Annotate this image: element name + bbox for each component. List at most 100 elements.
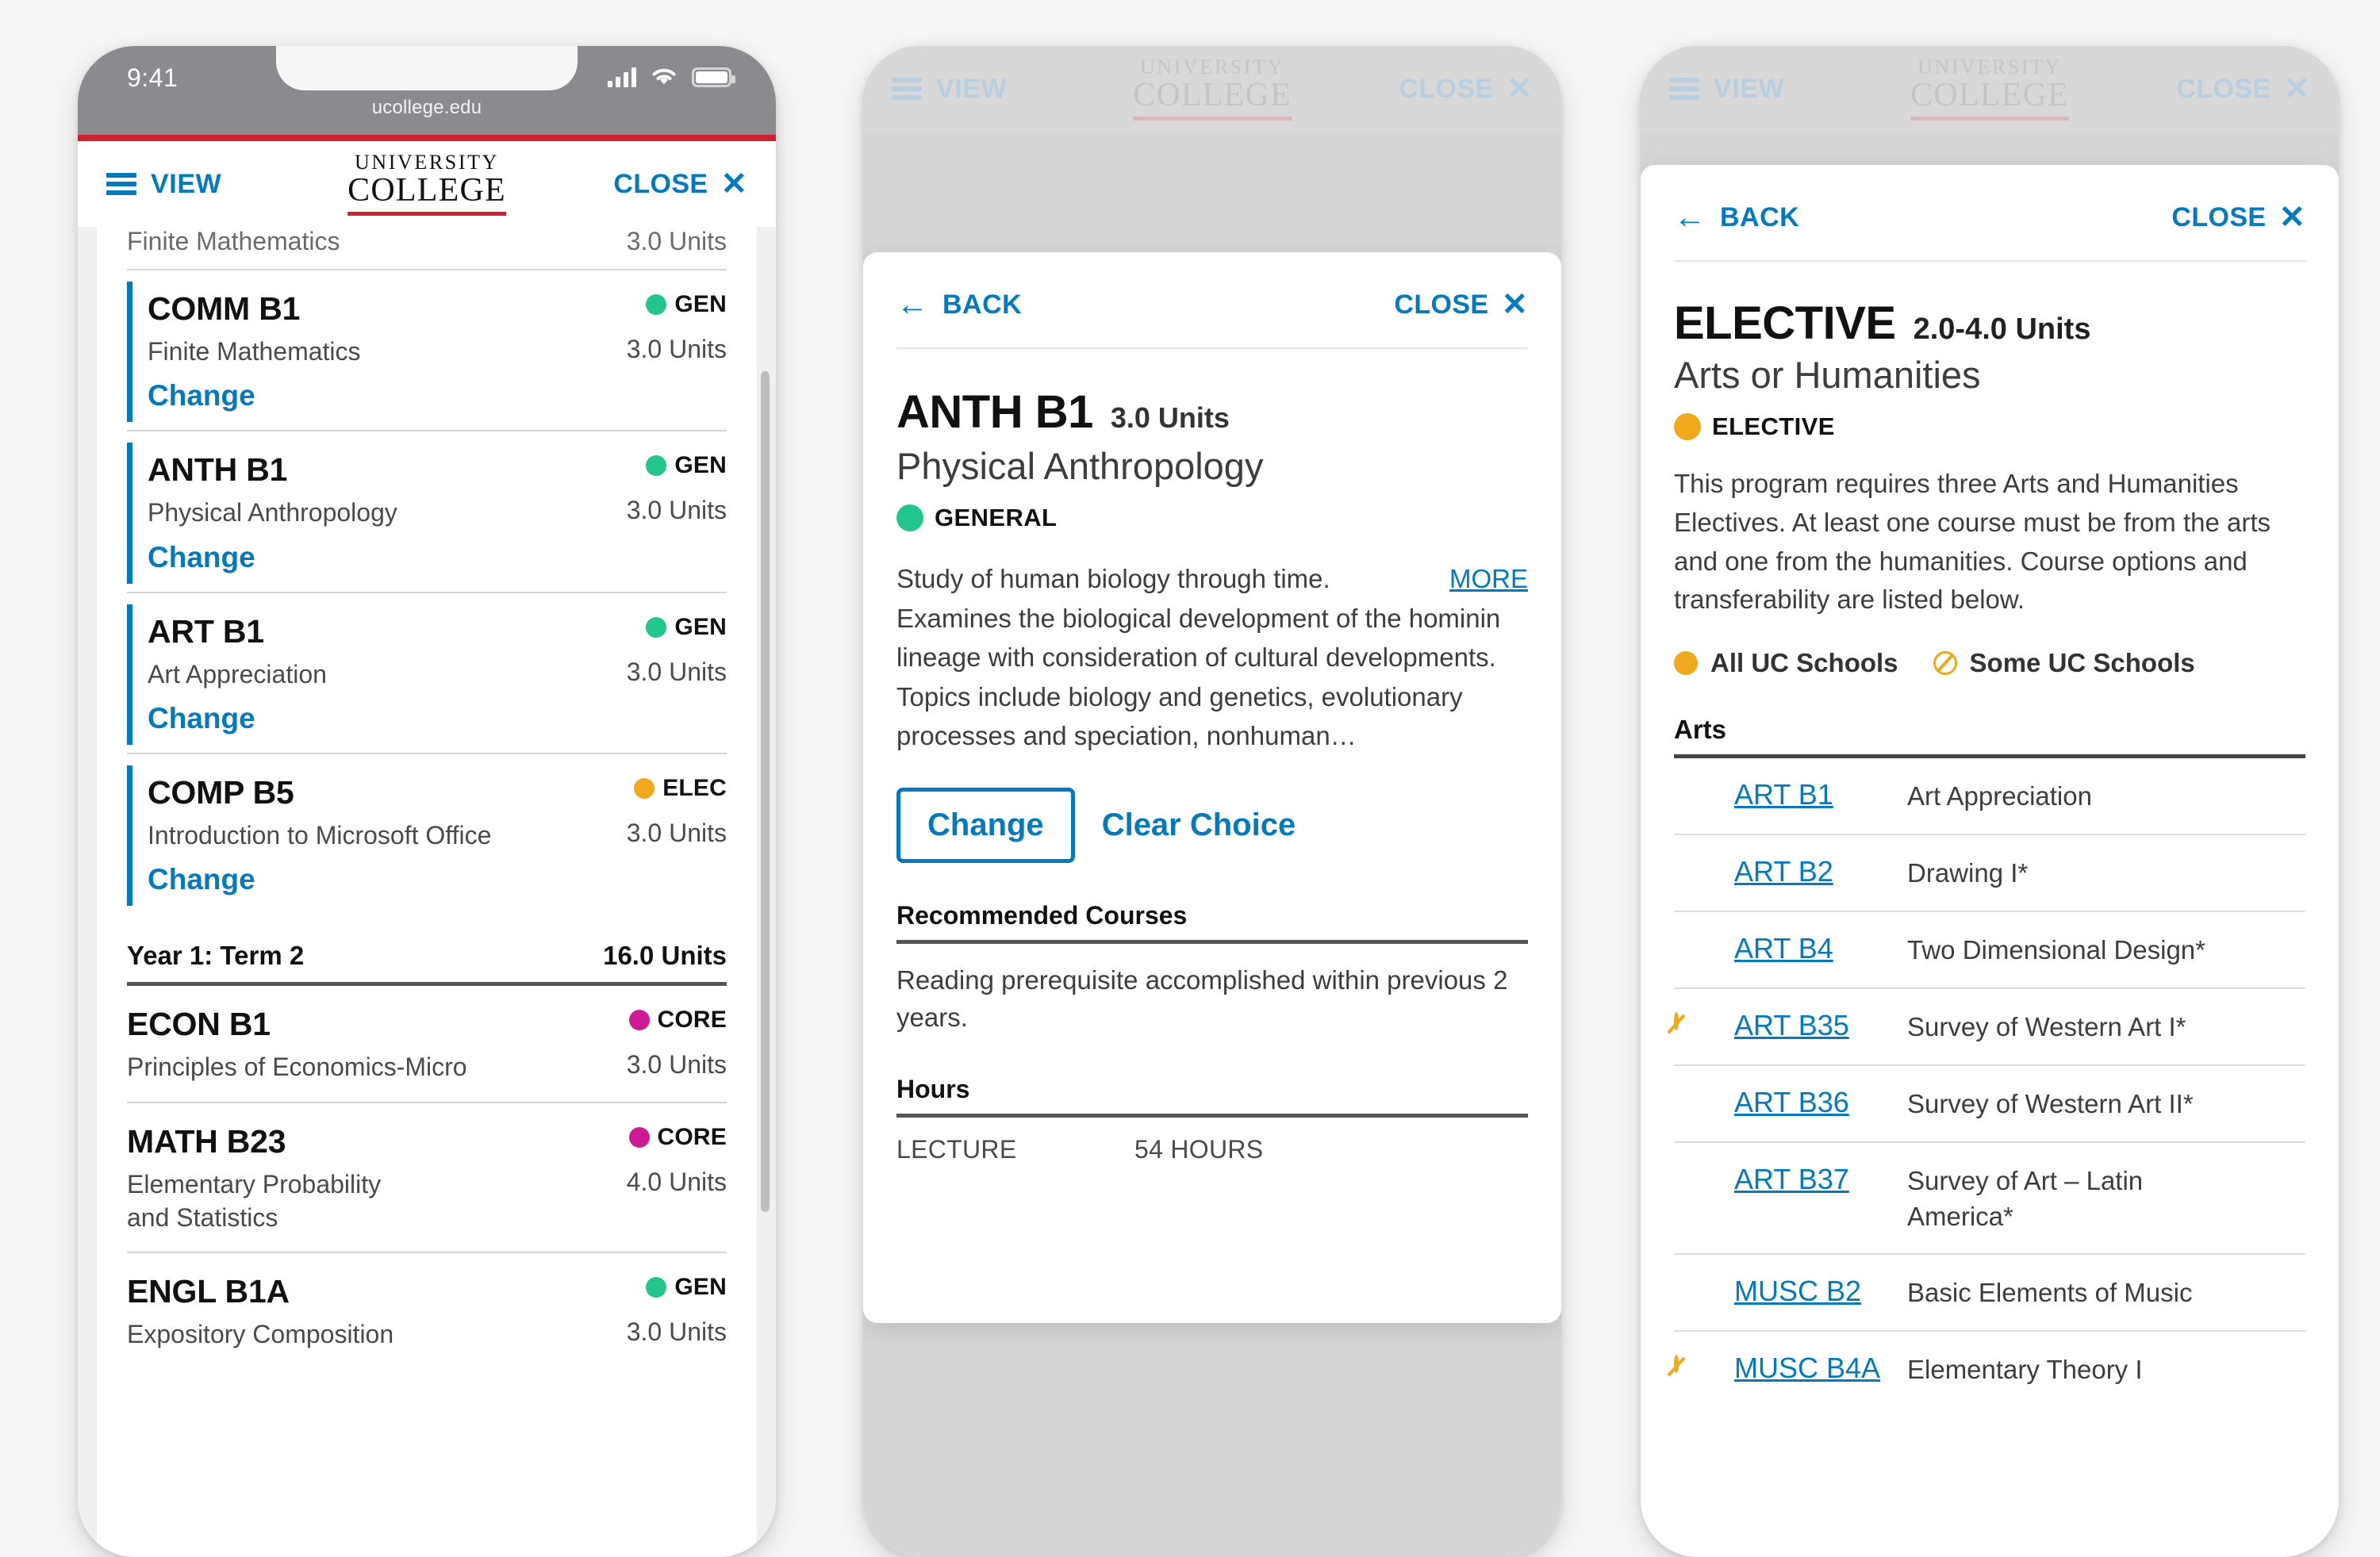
course-title: Physical Anthropology <box>148 498 397 527</box>
elective-description: This program requires three Arts and Hum… <box>1674 469 2271 615</box>
back-label: BACK <box>942 289 1023 320</box>
brand-line-2: COLLEGE <box>1910 77 2069 114</box>
badge-dot-icon <box>628 1010 650 1031</box>
row-accent-bar <box>127 282 132 423</box>
close-icon: ✕ <box>1501 287 1528 322</box>
course-code-link[interactable]: ART B36 <box>1734 1087 1907 1118</box>
list-item[interactable]: ART B2 Drawing I* <box>1674 835 2305 913</box>
brand-line-1: UNIVERSITY <box>1917 56 2062 79</box>
list-item[interactable]: ART B37 Survey of Art – Latin America* <box>1674 1143 2305 1256</box>
close-button[interactable]: CLOSE ✕ <box>2171 201 2305 233</box>
course-row[interactable]: MATH B23 CORE Elementary Probability and… <box>127 1101 727 1252</box>
clear-choice-button[interactable]: Clear Choice <box>1102 807 1296 843</box>
close-button[interactable]: CLOSE ✕ <box>2176 73 2310 105</box>
course-row[interactable]: ART B1 GEN Art Appreciation 3.0 Units Ch… <box>127 591 727 753</box>
hours-value: 54 HOURS <box>1134 1135 1264 1164</box>
badge-dot-icon <box>646 616 667 638</box>
course-code-link[interactable]: ART B4 <box>1734 933 1907 964</box>
status-badge: CORE <box>628 1123 727 1151</box>
close-label: CLOSE <box>613 168 708 199</box>
badge-label: ELECTIVE <box>1712 412 1835 440</box>
term-units: 16.0 Units <box>603 941 727 971</box>
badge-label: ELEC <box>662 774 727 801</box>
change-link[interactable]: Change <box>148 702 727 735</box>
badge-dot-icon <box>628 1126 650 1148</box>
hours-type: LECTURE <box>896 1135 1017 1164</box>
menu-view-button[interactable]: VIEW <box>892 74 1007 105</box>
badge-dot-icon <box>896 504 923 532</box>
badge-label: CORE <box>657 1123 727 1150</box>
slashed-circle-icon <box>1674 1352 1734 1374</box>
more-link[interactable]: MORE <box>1449 559 1528 599</box>
slashed-circle-icon <box>1933 651 1957 676</box>
list-item[interactable]: MUSC B4A Elementary Theory I <box>1674 1332 2305 1407</box>
badge-label: GEN <box>674 1274 727 1301</box>
brand-rule <box>78 135 776 141</box>
recommended-courses-heading: Recommended Courses <box>896 900 1188 930</box>
course-code-link[interactable]: MUSC B2 <box>1734 1275 1907 1307</box>
legend-label: Some UC Schools <box>1969 648 2195 678</box>
change-link[interactable]: Change <box>148 541 727 574</box>
status-icons <box>608 67 735 87</box>
course-name: Survey of Western Art II* <box>1907 1088 2194 1118</box>
change-button[interactable]: Change <box>896 787 1075 863</box>
course-row[interactable]: ANTH B1 GEN Physical Anthropology 3.0 Un… <box>127 430 727 591</box>
hours-row: LECTURE 54 HOURS <box>896 1135 1528 1164</box>
course-name: Two Dimensional Design* <box>1907 935 2206 965</box>
back-button[interactable]: ← BACK <box>1674 201 1799 233</box>
course-units: 3.0 Units <box>1110 401 1230 434</box>
elective-title-row: ELECTIVE 2.0-4.0 Units <box>1674 297 2305 350</box>
change-link[interactable]: Change <box>148 863 727 896</box>
course-row[interactable]: COMP B5 ELEC Introduction to Microsoft O… <box>127 752 727 914</box>
elective-detail-modal: ← BACK CLOSE ✕ ELECTIVE 2.0-4.0 Units Ar… <box>1641 165 2339 1557</box>
scrollbar-thumb[interactable] <box>761 371 770 1212</box>
modal-toolbar: ← BACK CLOSE ✕ <box>896 252 1528 349</box>
list-item[interactable]: ART B36 Survey of Western Art II* <box>1674 1066 2305 1143</box>
course-code-link[interactable]: ART B2 <box>1734 856 1907 888</box>
close-button[interactable]: CLOSE ✕ <box>1399 73 1533 105</box>
list-item[interactable]: ART B35 Survey of Western Art I* <box>1674 989 2305 1066</box>
status-badge: GEN <box>646 452 727 479</box>
row-accent-bar <box>127 443 132 584</box>
status-badge: ELECTIVE <box>1674 412 2305 441</box>
course-code-link[interactable]: ART B1 <box>1734 779 1907 811</box>
course-code-link[interactable]: ART B35 <box>1734 1010 1907 1041</box>
change-link[interactable]: Change <box>148 379 727 412</box>
menu-view-button[interactable]: VIEW <box>106 169 221 200</box>
list-item[interactable]: ART B1 Art Appreciation <box>1674 758 2305 836</box>
course-title: Expository Composition <box>127 1320 394 1349</box>
course-row[interactable]: COMM B1 GEN Finite Mathematics 3.0 Units… <box>127 269 727 430</box>
close-icon: ✕ <box>1506 71 1533 106</box>
course-name: Survey of Western Art I* <box>1907 1011 2186 1041</box>
list-item[interactable]: ART B4 Two Dimensional Design* <box>1674 912 2305 989</box>
status-badge: GEN <box>646 614 727 641</box>
clipped-course-title: Finite Mathematics <box>127 227 340 255</box>
course-code-link[interactable]: MUSC B4A <box>1734 1352 1907 1384</box>
badge-label: GENERAL <box>935 504 1058 532</box>
brand-underline <box>1133 116 1292 121</box>
close-button[interactable]: CLOSE ✕ <box>613 168 747 200</box>
modal-actions: Change Clear Choice <box>896 787 1528 863</box>
back-button[interactable]: ← BACK <box>896 289 1022 320</box>
close-button[interactable]: CLOSE ✕ <box>1394 289 1528 320</box>
legend-item-some-uc: Some UC Schools <box>1933 648 2195 678</box>
course-name: Art Appreciation <box>1907 781 2092 811</box>
hamburger-icon <box>892 78 922 100</box>
legend-item-all-uc: All UC Schools <box>1674 648 1898 678</box>
close-icon: ✕ <box>2278 200 2305 235</box>
row-accent-bar <box>127 765 132 907</box>
brand-line-2: COLLEGE <box>347 172 506 209</box>
course-row[interactable]: ECON B1 CORE Principles of Economics-Mic… <box>127 986 727 1101</box>
list-item[interactable]: MUSC B2 Basic Elements of Music <box>1674 1255 2305 1333</box>
course-row[interactable]: ENGL B1A GEN Expository Composition 3.0 … <box>127 1252 727 1368</box>
clipped-course-units: 3.0 Units <box>626 227 727 255</box>
filled-circle-icon <box>1674 933 1734 938</box>
status-badge: GENERAL <box>896 504 1528 532</box>
close-icon: ✕ <box>2283 71 2310 106</box>
hamburger-icon <box>1669 78 1699 100</box>
course-code-link[interactable]: ART B37 <box>1734 1164 1907 1195</box>
row-accent-bar <box>127 604 132 745</box>
menu-view-button[interactable]: VIEW <box>1669 74 1784 105</box>
menu-view-label: VIEW <box>151 168 222 199</box>
elective-units: 2.0-4.0 Units <box>1913 313 2091 346</box>
